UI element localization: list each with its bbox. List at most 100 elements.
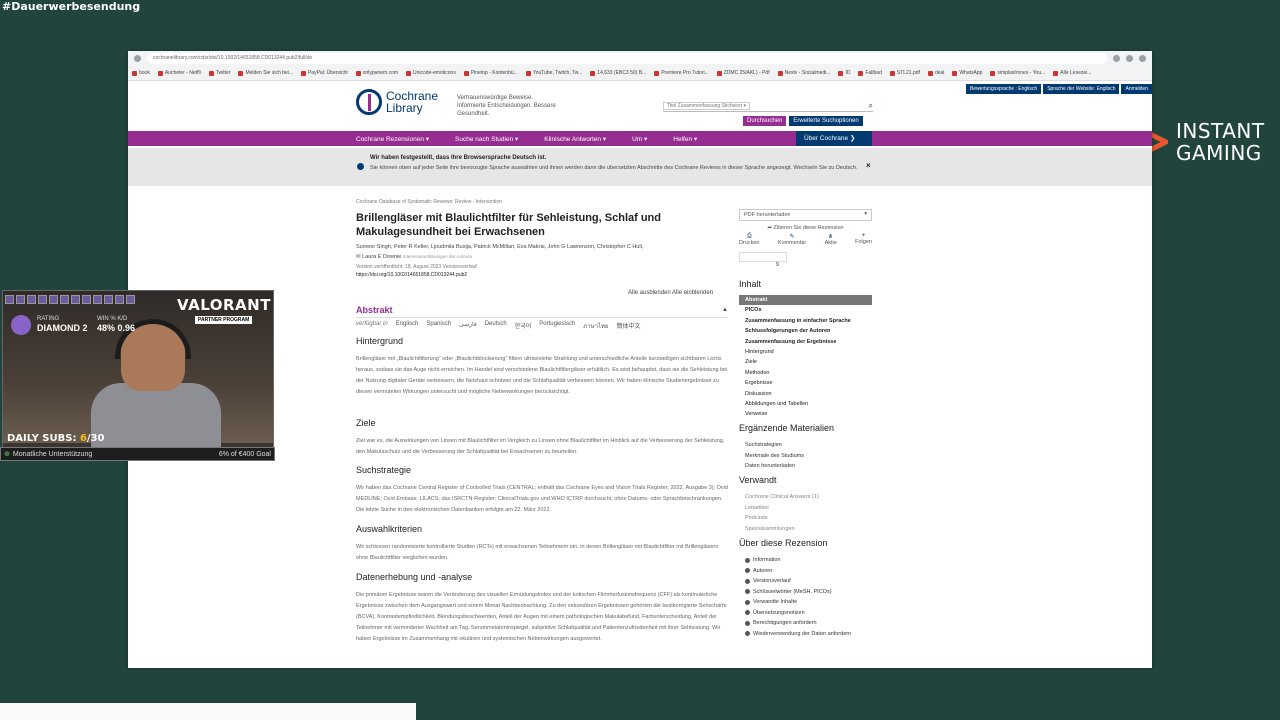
lang-es[interactable]: Spanisch (426, 321, 451, 331)
pdf-download-button[interactable]: PDF herunterladen (739, 209, 872, 221)
lang-zh[interactable]: 簡体中文 (616, 321, 640, 331)
lang-en[interactable]: Englisch (396, 321, 419, 331)
about-item[interactable]: Autoren (739, 566, 872, 577)
toc-item[interactable]: Abstrakt (739, 295, 872, 306)
advanced-search-button[interactable]: Erweiterte Suchoptionen (789, 116, 863, 126)
supplementary-item[interactable]: Merkmale des Studiums (739, 451, 872, 462)
search-button[interactable]: Durchsuchen (743, 116, 787, 126)
section-text: Wir haben das Cochrane Central Register … (356, 485, 728, 513)
nav-help[interactable]: Helfen ▾ (673, 135, 697, 143)
bookmark-item[interactable]: STL21.pdf (889, 70, 920, 76)
about-item[interactable]: Versionsverlauf (739, 576, 872, 587)
extensions-icon[interactable] (1126, 55, 1133, 62)
toc-item[interactable]: Diskussion (739, 389, 872, 399)
supplementary-item[interactable]: Suchstrategien (739, 440, 872, 451)
lang-th[interactable]: ภาษาไทย (583, 321, 608, 331)
bookmark-item[interactable]: 14,633 (EBC3 50) B... (590, 70, 646, 76)
login-button[interactable]: Anmelden (1121, 84, 1152, 94)
nav-trials[interactable]: Suche nach Studien ▾ (455, 135, 518, 143)
print-button[interactable]: ⎙ Drucken (739, 233, 759, 246)
about-item[interactable]: Wiederverwendung der Daten anfordern (739, 629, 872, 640)
rank-tile (38, 295, 47, 304)
address-bar[interactable]: cochranelibrary.com/cdsr/doi/10.1002/146… (147, 53, 1107, 64)
nav-about-cochrane[interactable]: Über Cochrane ❯ (796, 131, 872, 146)
cite-button[interactable]: ➦ Zitieren Sie diese Rezension (739, 225, 872, 231)
bookmark-item[interactable]: Nextv - Socialmedi... (777, 70, 830, 76)
related-item[interactable]: Podcasts (739, 513, 872, 524)
bookmark-item[interactable]: PayPal: Übersicht (300, 70, 348, 76)
about-item[interactable]: Information (739, 555, 872, 566)
supplementary-item[interactable]: Daten herunterladen (739, 461, 872, 472)
lang-fa[interactable]: فارسی (459, 321, 477, 331)
lang-pt[interactable]: Portugiesisch (539, 321, 575, 331)
search-input[interactable]: Titel Zusammenfassung Stichwort ▾ ⌕ (663, 100, 873, 112)
search-icon[interactable]: ⌕ (869, 101, 873, 111)
authors-icon (745, 568, 750, 574)
lang-de[interactable]: Deutsch (485, 321, 507, 331)
review-language-button[interactable]: Bewertungssprache : Englisch (965, 84, 1042, 94)
toggle-all[interactable]: Alle ausblenden Alle einblenden (628, 290, 713, 296)
bookmark-item[interactable]: ZDMC 25/AKL) - Pdf (716, 70, 770, 76)
conflicts-link[interactable]: Interessenerklärungen der Autoren (403, 254, 472, 259)
bookmark-label: Alle Lesezei... (1060, 70, 1092, 76)
bookmark-item[interactable]: Twitter (208, 70, 230, 76)
bookmark-label: 14,633 (EBC3 50) B... (597, 70, 647, 76)
bookmark-item[interactable]: YouTube, Twitch, Tw... (525, 70, 582, 76)
authors-line-2[interactable]: ✉ Laura E Downie (356, 254, 401, 260)
toc-item[interactable]: Verweise (739, 409, 872, 419)
abstract-heading[interactable]: Abstrakt ▲ (356, 305, 728, 318)
bookmark-item[interactable]: book (132, 70, 150, 76)
bookmark-item[interactable]: WhatsApp (952, 70, 982, 76)
bookmark-item[interactable]: onlypanem.com (355, 70, 398, 76)
cochrane-logo[interactable]: Cochrane Library (356, 89, 438, 115)
bookmark-item[interactable]: Aucheter - Netfli (157, 70, 201, 76)
bookmark-icon (990, 70, 996, 76)
reload-icon[interactable] (134, 55, 141, 62)
bookmark-item[interactable]: Alle Lesezei... (1053, 70, 1091, 76)
collapse-icon[interactable]: ▲ (722, 307, 728, 313)
bookmark-item[interactable]: Premiere Pro Tutori... (654, 70, 709, 76)
related-item[interactable]: Leitartikel (739, 503, 872, 514)
instant-gaming-text-1: INSTANT (1176, 119, 1265, 143)
profile-icon[interactable] (1139, 55, 1146, 62)
star-icon[interactable] (1113, 55, 1120, 62)
bookmark-item[interactable]: Unicode-emoticons (406, 70, 456, 76)
toc-item[interactable]: Zusammenfassung in einfacher Sprache (739, 316, 872, 326)
toc-item[interactable]: Zusammenfassung der Ergebnisse (739, 337, 872, 347)
toc-item[interactable]: Schlussfolgerungen der Autoren (739, 326, 872, 336)
nav-reviews[interactable]: Cochrane Rezensionen ▾ (356, 135, 429, 143)
toc-item[interactable]: Hintergrund (739, 347, 872, 357)
nav-clinical-answers[interactable]: Klinische Antworten ▾ (544, 135, 606, 143)
about-item[interactable]: Übersetzungsnotizen (739, 608, 872, 619)
share-button[interactable]: ⋔ Aktie (825, 233, 837, 246)
bookmark-item[interactable]: Pinetop - Kontenbü... (463, 70, 518, 76)
toc-item[interactable]: Methoden (739, 368, 872, 378)
about-item[interactable]: Verwandte Inhalte (739, 597, 872, 608)
about-label: Wiederverwendung der Daten anfordern (753, 630, 852, 637)
close-icon[interactable]: × (866, 161, 871, 170)
about-item[interactable]: Berechtigungen anfordern (739, 618, 872, 629)
authors-line-1[interactable]: Sumeer Singh, Peter R Keller, Ljoudmila … (356, 244, 643, 250)
page-title: Brillengläser mit Blaulichtfilter für Se… (356, 212, 661, 238)
follow-button[interactable]: + Folgen (855, 233, 872, 246)
bookmark-item[interactable]: ID (838, 70, 850, 76)
related-item[interactable]: Spezialsammlungen (739, 524, 872, 535)
about-item[interactable]: Schlüsselwörter (MeSH, PICOs) (739, 587, 872, 598)
bookmark-item[interactable]: Fallbad (858, 70, 882, 76)
comment-button[interactable]: ✎ Kommentar (778, 233, 806, 246)
search-field-select[interactable]: Titel Zusammenfassung Stichwort ▾ (663, 101, 751, 110)
related-item[interactable]: Cochrane Clinical Answers (1) (739, 492, 872, 503)
breadcrumb: Cochrane Database of Systematic Reviews:… (356, 199, 502, 205)
bookmark-item[interactable]: simplastrones - You... (990, 70, 1045, 76)
site-language-button[interactable]: Sprache der Website: Englisch (1043, 84, 1120, 94)
toc-item[interactable]: PICOs (739, 305, 872, 315)
toc-item[interactable]: Ergebnisse (739, 378, 872, 388)
bookmark-item[interactable]: deal (927, 70, 944, 76)
altmetric-badge[interactable]: 9 (739, 252, 787, 268)
toc-item[interactable]: Ziele (739, 357, 872, 367)
nav-about[interactable]: Um ▾ (632, 135, 647, 143)
toc-item[interactable]: Abbildungen und Tabellen (739, 399, 872, 409)
lang-ko[interactable]: 한국어 (515, 321, 532, 331)
doi-link[interactable]: https://doi.org/10.1002/14651858.CD01324… (356, 272, 728, 278)
bookmark-item[interactable]: Melden Sie sich bei... (238, 70, 293, 76)
